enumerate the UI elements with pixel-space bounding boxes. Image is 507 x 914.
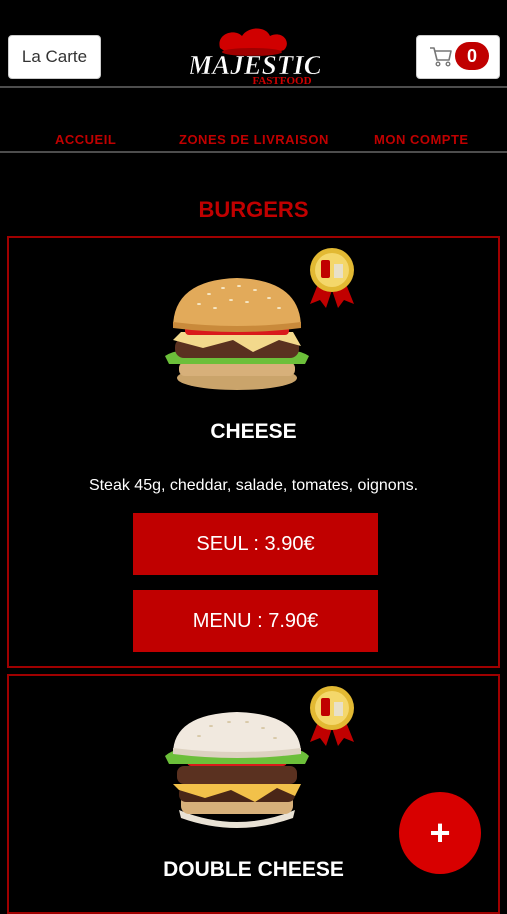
- menu-price-button[interactable]: MENU : 7.90€: [133, 590, 378, 652]
- plus-icon: +: [429, 812, 451, 853]
- section-title: BURGERS: [198, 197, 309, 222]
- nav-item-zones-de-livraison[interactable]: ZONES DE LIVRAISON: [179, 132, 329, 147]
- menu-medal-icon: [310, 686, 354, 746]
- seul-price-button[interactable]: SEUL : 3.90€: [133, 513, 378, 575]
- double-burger-image[interactable]: [159, 710, 315, 832]
- shopping-cart-icon: [430, 47, 452, 67]
- app-header: La Carte MAJESTIC FASTFOOD 0: [0, 0, 507, 88]
- burger-image[interactable]: [159, 274, 315, 392]
- cart-button[interactable]: 0: [416, 35, 500, 79]
- nav-divider: [0, 151, 507, 153]
- nav-item-accueil[interactable]: ACCUEIL: [55, 132, 116, 147]
- la-carte-button[interactable]: La Carte: [8, 35, 101, 79]
- majestic-logo[interactable]: MAJESTIC FASTFOOD: [190, 26, 320, 88]
- product-card: CHEESE Steak 45g, cheddar, salade, tomat…: [7, 236, 500, 668]
- nav-item-mon-compte[interactable]: MON COMPTE: [374, 132, 469, 147]
- add-button[interactable]: +: [399, 792, 481, 874]
- la-carte-label: La Carte: [21, 47, 88, 66]
- menu-medal-icon: [310, 248, 354, 308]
- product-description: Steak 45g, cheddar, salade, tomates, oig…: [88, 477, 419, 494]
- product-name: CHEESE: [210, 420, 297, 443]
- cart-count-badge: 0: [455, 42, 489, 70]
